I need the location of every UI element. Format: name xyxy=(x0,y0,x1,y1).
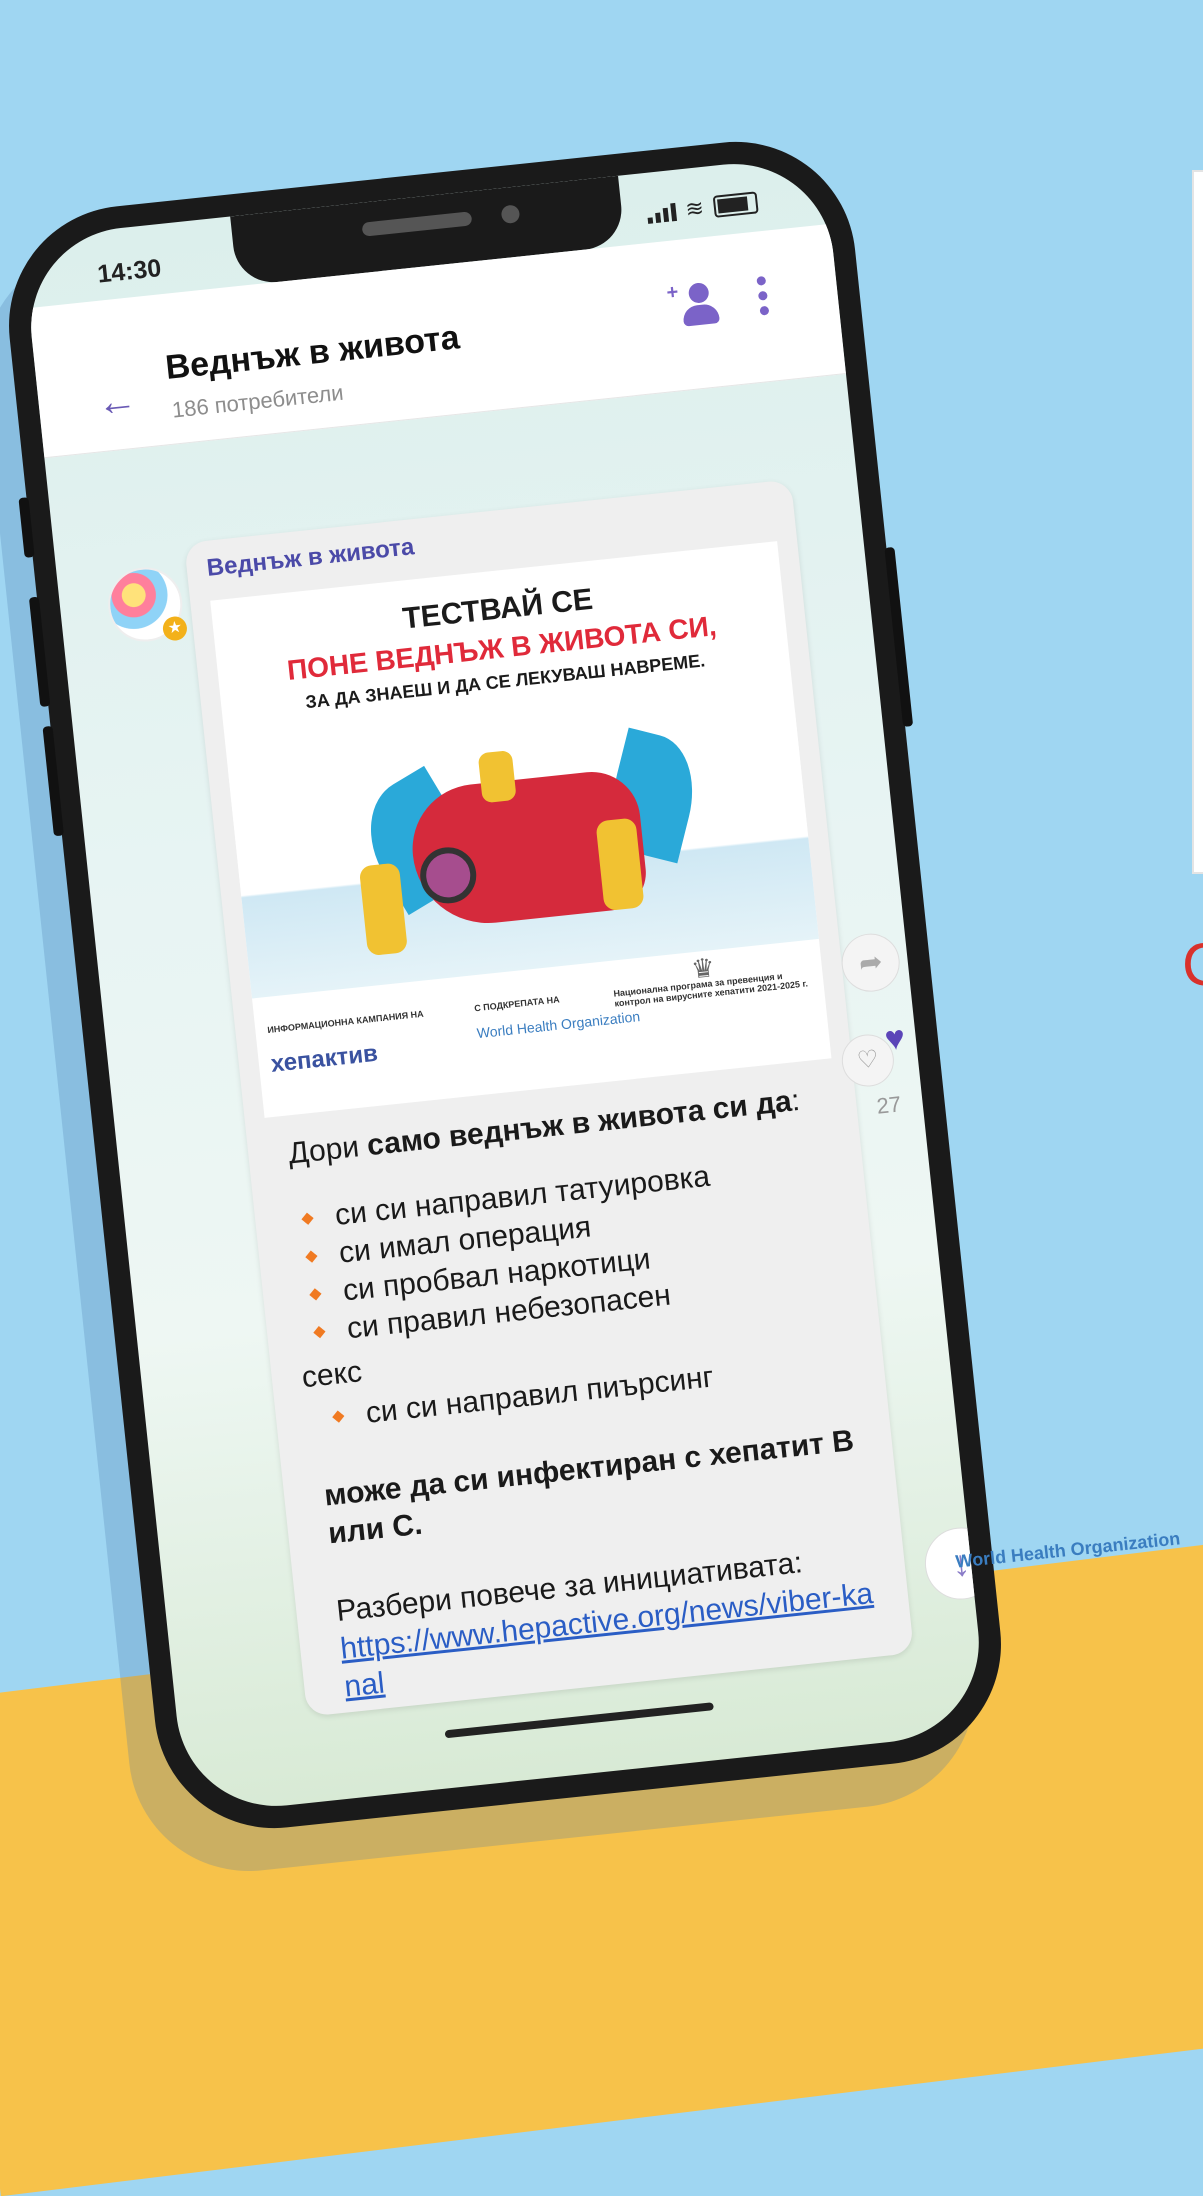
message-bubble[interactable]: Веднъж в живота ТЕСТВАЙ СЕ ПОНЕ ВЕДНЪЖ В… xyxy=(184,479,915,1717)
status-time: 14:30 xyxy=(96,254,163,289)
like-count: 27 xyxy=(875,1091,903,1119)
phone-power-button xyxy=(884,546,914,727)
hepactive-logo: хепактив xyxy=(269,1039,380,1078)
star-badge-icon: ★ xyxy=(161,615,189,642)
front-camera xyxy=(500,204,521,225)
battery-icon xyxy=(712,191,759,218)
speaker-grille xyxy=(361,211,473,237)
message-text: Дори само веднъж в живота си да: си си н… xyxy=(287,1079,884,1706)
channel-avatar[interactable]: ★ xyxy=(104,563,189,646)
liked-heart-icon: ♥ xyxy=(882,1018,907,1059)
add-user-icon[interactable]: + xyxy=(665,281,720,329)
back-arrow-icon[interactable]: ← xyxy=(95,377,139,426)
support-label: С ПОДКРЕПАТА НА xyxy=(473,994,561,1014)
message-warning: може да си инфектиран с хепатит В или С. xyxy=(322,1424,856,1551)
poster-illustration xyxy=(227,710,819,999)
chat-member-count: 186 потребители xyxy=(170,379,345,423)
who-logo: World Health Organization xyxy=(476,1008,641,1042)
signal-icon xyxy=(646,201,677,224)
forward-icon[interactable]: ➦ xyxy=(838,930,903,995)
message-image[interactable]: ТЕСТВАЙ СЕ ПОНЕ ВЕДНЪЖ В ЖИВОТА СИ, ЗА Д… xyxy=(210,541,832,1118)
phone-screen: 14:30 ≋ ← Веднъж в живота 186 потребител… xyxy=(21,154,989,1816)
phone-side-button xyxy=(18,497,35,558)
phone-frame: 14:30 ≋ ← Веднъж в живота 186 потребител… xyxy=(0,130,1013,1840)
background-letter: C xyxy=(1182,930,1203,999)
background-card xyxy=(1192,170,1203,874)
home-indicator[interactable] xyxy=(444,1702,714,1739)
more-options-icon[interactable] xyxy=(756,275,770,316)
phone-volume-down-button xyxy=(42,725,64,837)
status-icons: ≋ xyxy=(645,189,759,227)
person-figure xyxy=(477,750,517,804)
wifi-icon: ≋ xyxy=(684,195,706,222)
campaign-label: ИНФОРМАЦИОННА КАМПАНИЯ НА xyxy=(266,1008,425,1036)
chat-title[interactable]: Веднъж в живота xyxy=(164,318,462,388)
message-sender[interactable]: Веднъж в живота xyxy=(205,533,415,583)
phone-volume-up-button xyxy=(28,596,51,708)
